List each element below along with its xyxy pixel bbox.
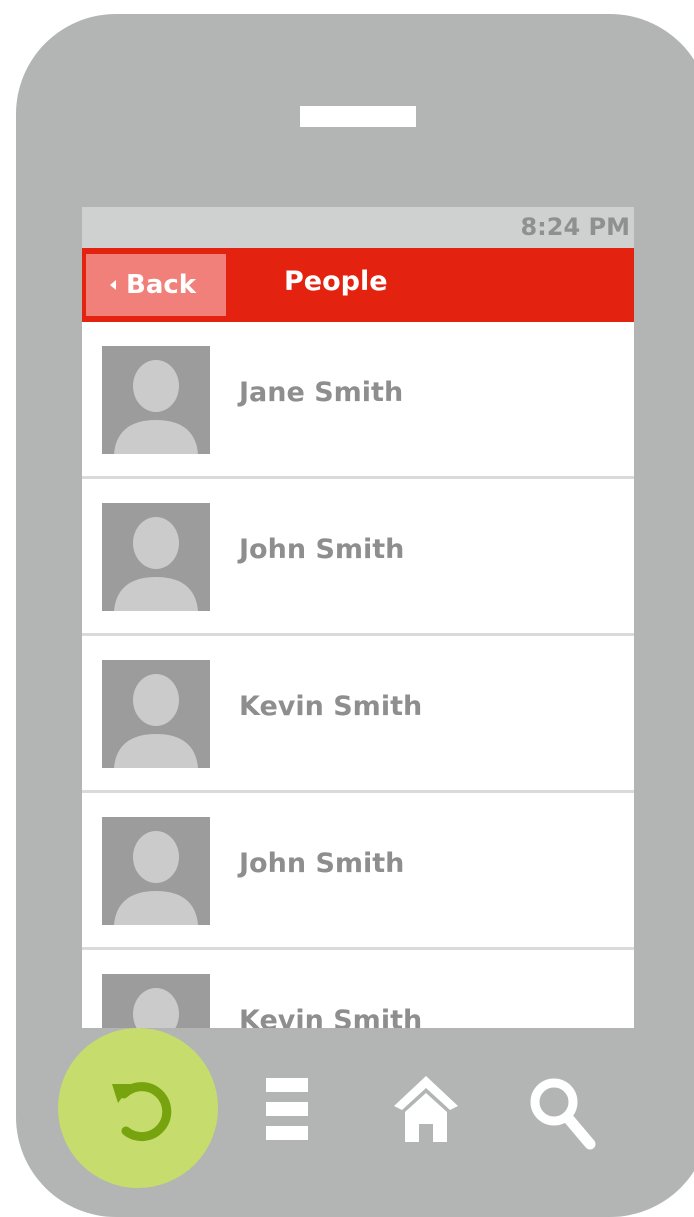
title-bar: Back People bbox=[82, 248, 634, 322]
status-time: 8:24 PM bbox=[520, 213, 630, 241]
speaker-slot bbox=[300, 106, 416, 127]
avatar bbox=[102, 660, 210, 768]
list-item[interactable]: Kevin Smith bbox=[82, 636, 634, 793]
refresh-button[interactable] bbox=[58, 1028, 218, 1188]
avatar bbox=[102, 346, 210, 454]
search-icon[interactable] bbox=[528, 1076, 598, 1156]
list-item[interactable]: John Smith bbox=[82, 793, 634, 950]
person-name: Kevin Smith bbox=[239, 691, 423, 722]
people-list: Jane Smith John Smith Kevin Smith John S… bbox=[82, 322, 634, 1028]
back-button-label: Back bbox=[126, 270, 197, 300]
back-button[interactable]: Back bbox=[86, 254, 226, 316]
list-item[interactable]: Jane Smith bbox=[82, 322, 634, 479]
bottom-nav bbox=[0, 1014, 694, 1204]
home-icon[interactable] bbox=[392, 1074, 460, 1144]
person-icon bbox=[114, 360, 198, 454]
list-item[interactable]: John Smith bbox=[82, 479, 634, 636]
person-icon bbox=[114, 674, 198, 768]
menu-icon[interactable] bbox=[266, 1078, 308, 1140]
page-title: People bbox=[284, 266, 388, 297]
person-name: John Smith bbox=[239, 848, 405, 879]
person-name: Jane Smith bbox=[239, 377, 404, 408]
refresh-icon bbox=[112, 1082, 172, 1142]
avatar bbox=[102, 817, 210, 925]
person-name: John Smith bbox=[239, 534, 405, 565]
back-arrow-icon bbox=[110, 280, 116, 290]
avatar bbox=[102, 503, 210, 611]
person-icon bbox=[114, 517, 198, 611]
status-bar: 8:24 PM bbox=[82, 207, 634, 248]
person-icon bbox=[114, 831, 198, 925]
screen: 8:24 PM Back People Jane Smith John Smit… bbox=[82, 207, 634, 1028]
